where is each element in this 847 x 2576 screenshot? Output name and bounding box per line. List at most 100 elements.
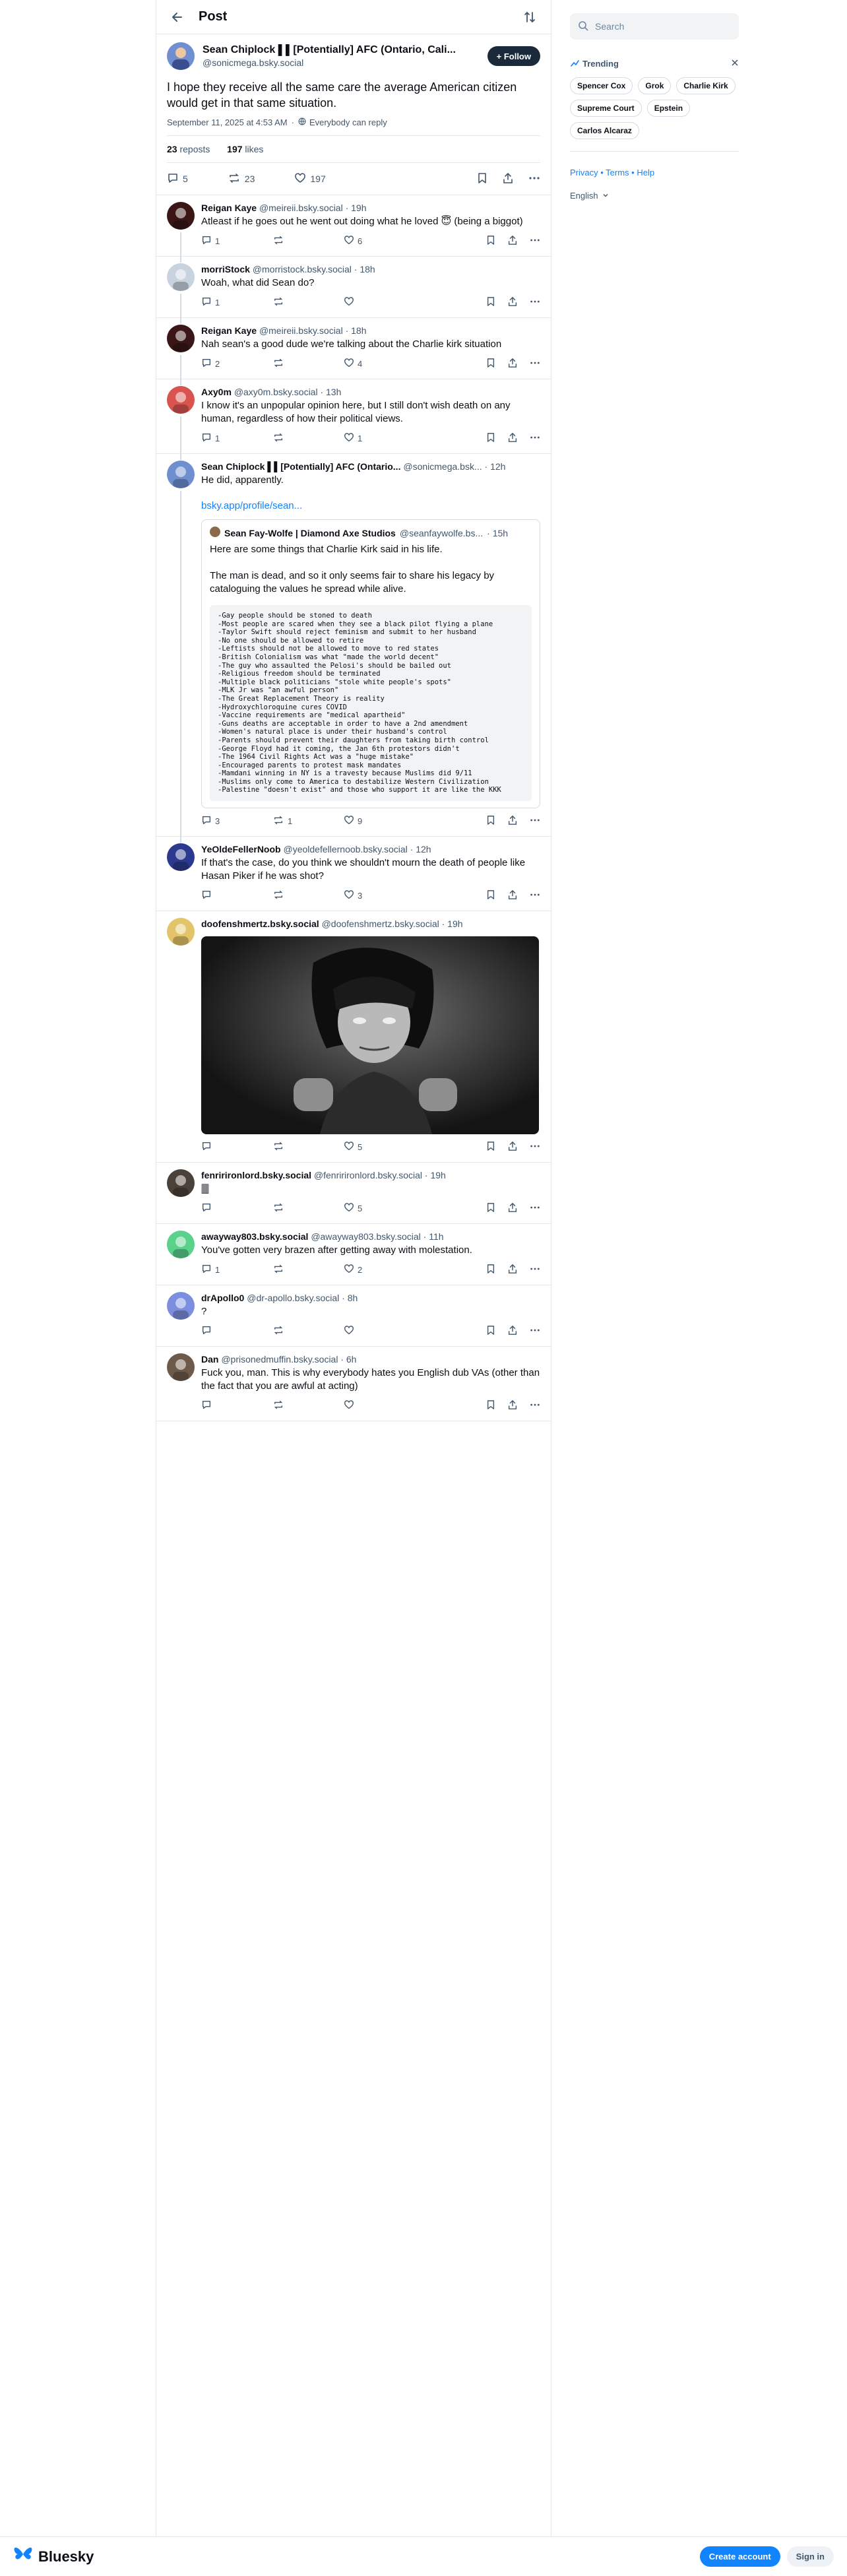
like-button[interactable]: 9 xyxy=(344,815,415,827)
repost-button[interactable] xyxy=(272,1141,344,1153)
share-icon[interactable] xyxy=(507,296,518,309)
more-options-icon[interactable] xyxy=(530,235,540,247)
reply-item[interactable]: Dan @prisonedmuffin.bsky.social · 6h Fuck… xyxy=(156,1347,551,1422)
reply-button[interactable]: 5 xyxy=(167,172,188,186)
reply-author-name[interactable]: doofenshmertz.bsky.social xyxy=(201,918,319,929)
bookmark-icon[interactable] xyxy=(486,358,495,370)
share-icon[interactable] xyxy=(507,889,518,902)
reply-button[interactable] xyxy=(201,1202,272,1215)
reply-button[interactable]: 3 xyxy=(201,815,272,827)
follow-button[interactable]: + Follow xyxy=(487,46,540,66)
more-options-icon[interactable] xyxy=(530,296,540,309)
bookmark-icon[interactable] xyxy=(486,1141,495,1153)
bookmark-icon[interactable] xyxy=(486,1202,495,1215)
share-icon[interactable] xyxy=(502,172,514,186)
reply-time[interactable]: · 18h xyxy=(346,325,367,336)
reply-author-name[interactable]: YeOldeFellerNoob xyxy=(201,844,281,854)
like-button[interactable]: 197 xyxy=(294,172,326,186)
reply-author-name[interactable]: Reigan Kaye xyxy=(201,325,257,336)
reply-button[interactable]: 2 xyxy=(201,358,272,370)
bookmark-icon[interactable] xyxy=(486,296,495,309)
author-handle[interactable]: @sonicmega.bsky.social xyxy=(203,57,487,68)
more-options-icon[interactable] xyxy=(530,1264,540,1276)
share-icon[interactable] xyxy=(507,1202,518,1215)
bookmark-icon[interactable] xyxy=(486,1400,495,1412)
reply-author-handle[interactable]: @dr-apollo.bsky.social xyxy=(247,1293,339,1303)
reply-author-name[interactable]: Axy0m xyxy=(201,387,232,397)
reply-author-name[interactable]: Reigan Kaye xyxy=(201,203,257,213)
more-options-icon[interactable] xyxy=(530,889,540,902)
more-options-icon[interactable] xyxy=(530,815,540,827)
reply-item[interactable]: YeOldeFellerNoob @yeoldefellernoob.bsky.… xyxy=(156,837,551,912)
reply-author-name[interactable]: drApollo0 xyxy=(201,1293,244,1303)
trending-chip[interactable]: Charlie Kirk xyxy=(676,77,736,94)
reply-time[interactable]: · 8h xyxy=(342,1293,358,1303)
reply-author-handle[interactable]: @sonicmega.bsk... xyxy=(403,461,482,472)
reply-author-name[interactable]: morriStock xyxy=(201,264,250,274)
reply-link[interactable]: bsky.app/profile/sean... xyxy=(201,500,540,511)
footer-links[interactable]: Privacy • Terms • Help xyxy=(570,168,739,177)
reposts-label[interactable]: reposts xyxy=(179,144,210,154)
share-icon[interactable] xyxy=(507,1264,518,1276)
avatar[interactable] xyxy=(167,325,195,352)
like-button[interactable]: 3 xyxy=(344,889,415,902)
reply-time[interactable]: · 6h xyxy=(340,1354,356,1365)
likes-label[interactable]: likes xyxy=(245,144,263,154)
reply-item[interactable]: Axy0m @axy0m.bsky.social · 13h I know it'… xyxy=(156,379,551,460)
reply-author-name[interactable]: fenririronlord.bsky.social xyxy=(201,1170,311,1180)
reply-button[interactable]: 1 xyxy=(201,296,272,309)
reply-time[interactable]: · 18h xyxy=(354,264,375,274)
reply-item[interactable]: fenririronlord.bsky.social @fenririronlo… xyxy=(156,1163,551,1225)
bookmark-icon[interactable] xyxy=(486,432,495,445)
reply-author-handle[interactable]: @doofenshmertz.bsky.social xyxy=(322,918,439,929)
reposts-count[interactable]: 23 xyxy=(167,144,177,154)
like-button[interactable]: 5 xyxy=(344,1141,415,1153)
reply-item[interactable]: Sean Chiplock ▌▌[Potentially] AFC (Ontar… xyxy=(156,454,551,843)
reply-time[interactable]: · 12h xyxy=(485,461,506,472)
more-options-icon[interactable] xyxy=(530,1202,540,1215)
avatar[interactable] xyxy=(167,386,195,414)
sort-icon[interactable] xyxy=(519,7,540,28)
bookmark-icon[interactable] xyxy=(486,1264,495,1276)
back-arrow-icon[interactable] xyxy=(167,7,188,28)
like-button[interactable] xyxy=(344,1325,415,1337)
share-icon[interactable] xyxy=(507,432,518,445)
reply-author-handle[interactable]: @yeoldefellernoob.bsky.social xyxy=(283,844,407,854)
reply-button[interactable]: 1 xyxy=(201,235,272,247)
share-icon[interactable] xyxy=(507,358,518,370)
bookmark-icon[interactable] xyxy=(486,815,495,827)
like-button[interactable] xyxy=(344,296,415,309)
likes-count[interactable]: 197 xyxy=(227,144,242,154)
language-select[interactable]: English xyxy=(570,191,739,201)
reply-item[interactable]: Reigan Kaye @meireii.bsky.social · 18h Na… xyxy=(156,318,551,385)
share-icon[interactable] xyxy=(507,1325,518,1337)
repost-button[interactable] xyxy=(272,1400,344,1412)
trending-chip[interactable]: Carlos Alcaraz xyxy=(570,122,639,139)
reply-time[interactable]: · 13h xyxy=(320,387,341,397)
reply-author-name[interactable]: Dan xyxy=(201,1354,218,1365)
bookmark-icon[interactable] xyxy=(477,172,487,186)
reply-author-handle[interactable]: @fenririronlord.bsky.social xyxy=(314,1170,422,1180)
like-button[interactable]: 2 xyxy=(344,1264,415,1276)
like-button[interactable]: 6 xyxy=(344,235,415,247)
reply-author-handle[interactable]: @morristock.bsky.social xyxy=(253,264,352,274)
reply-author-handle[interactable]: @meireii.bsky.social xyxy=(259,203,343,213)
reply-button[interactable] xyxy=(201,1141,272,1153)
reply-item[interactable]: doofenshmertz.bsky.social @doofenshmertz… xyxy=(156,911,551,1163)
avatar[interactable] xyxy=(167,1353,195,1382)
reply-time[interactable]: · 12h xyxy=(410,844,431,854)
avatar[interactable] xyxy=(167,1169,195,1198)
quoted-post[interactable]: Sean Fay-Wolfe | Diamond Axe Studios @sea… xyxy=(201,519,540,809)
create-account-button[interactable]: Create account xyxy=(699,2546,780,2567)
share-icon[interactable] xyxy=(507,1141,518,1153)
more-options-icon[interactable] xyxy=(530,432,540,445)
sign-in-button[interactable]: Sign in xyxy=(786,2546,834,2567)
reply-author-handle[interactable]: @meireii.bsky.social xyxy=(259,325,343,336)
share-icon[interactable] xyxy=(507,235,518,247)
more-options-icon[interactable] xyxy=(530,1400,540,1412)
reply-time[interactable]: · 19h xyxy=(346,203,367,213)
bookmark-icon[interactable] xyxy=(486,1325,495,1337)
reply-author-handle[interactable]: @prisonedmuffin.bsky.social xyxy=(221,1354,338,1365)
repost-button[interactable]: 1 xyxy=(272,815,344,827)
post-timestamp[interactable]: September 11, 2025 at 4:53 AM xyxy=(167,117,288,127)
